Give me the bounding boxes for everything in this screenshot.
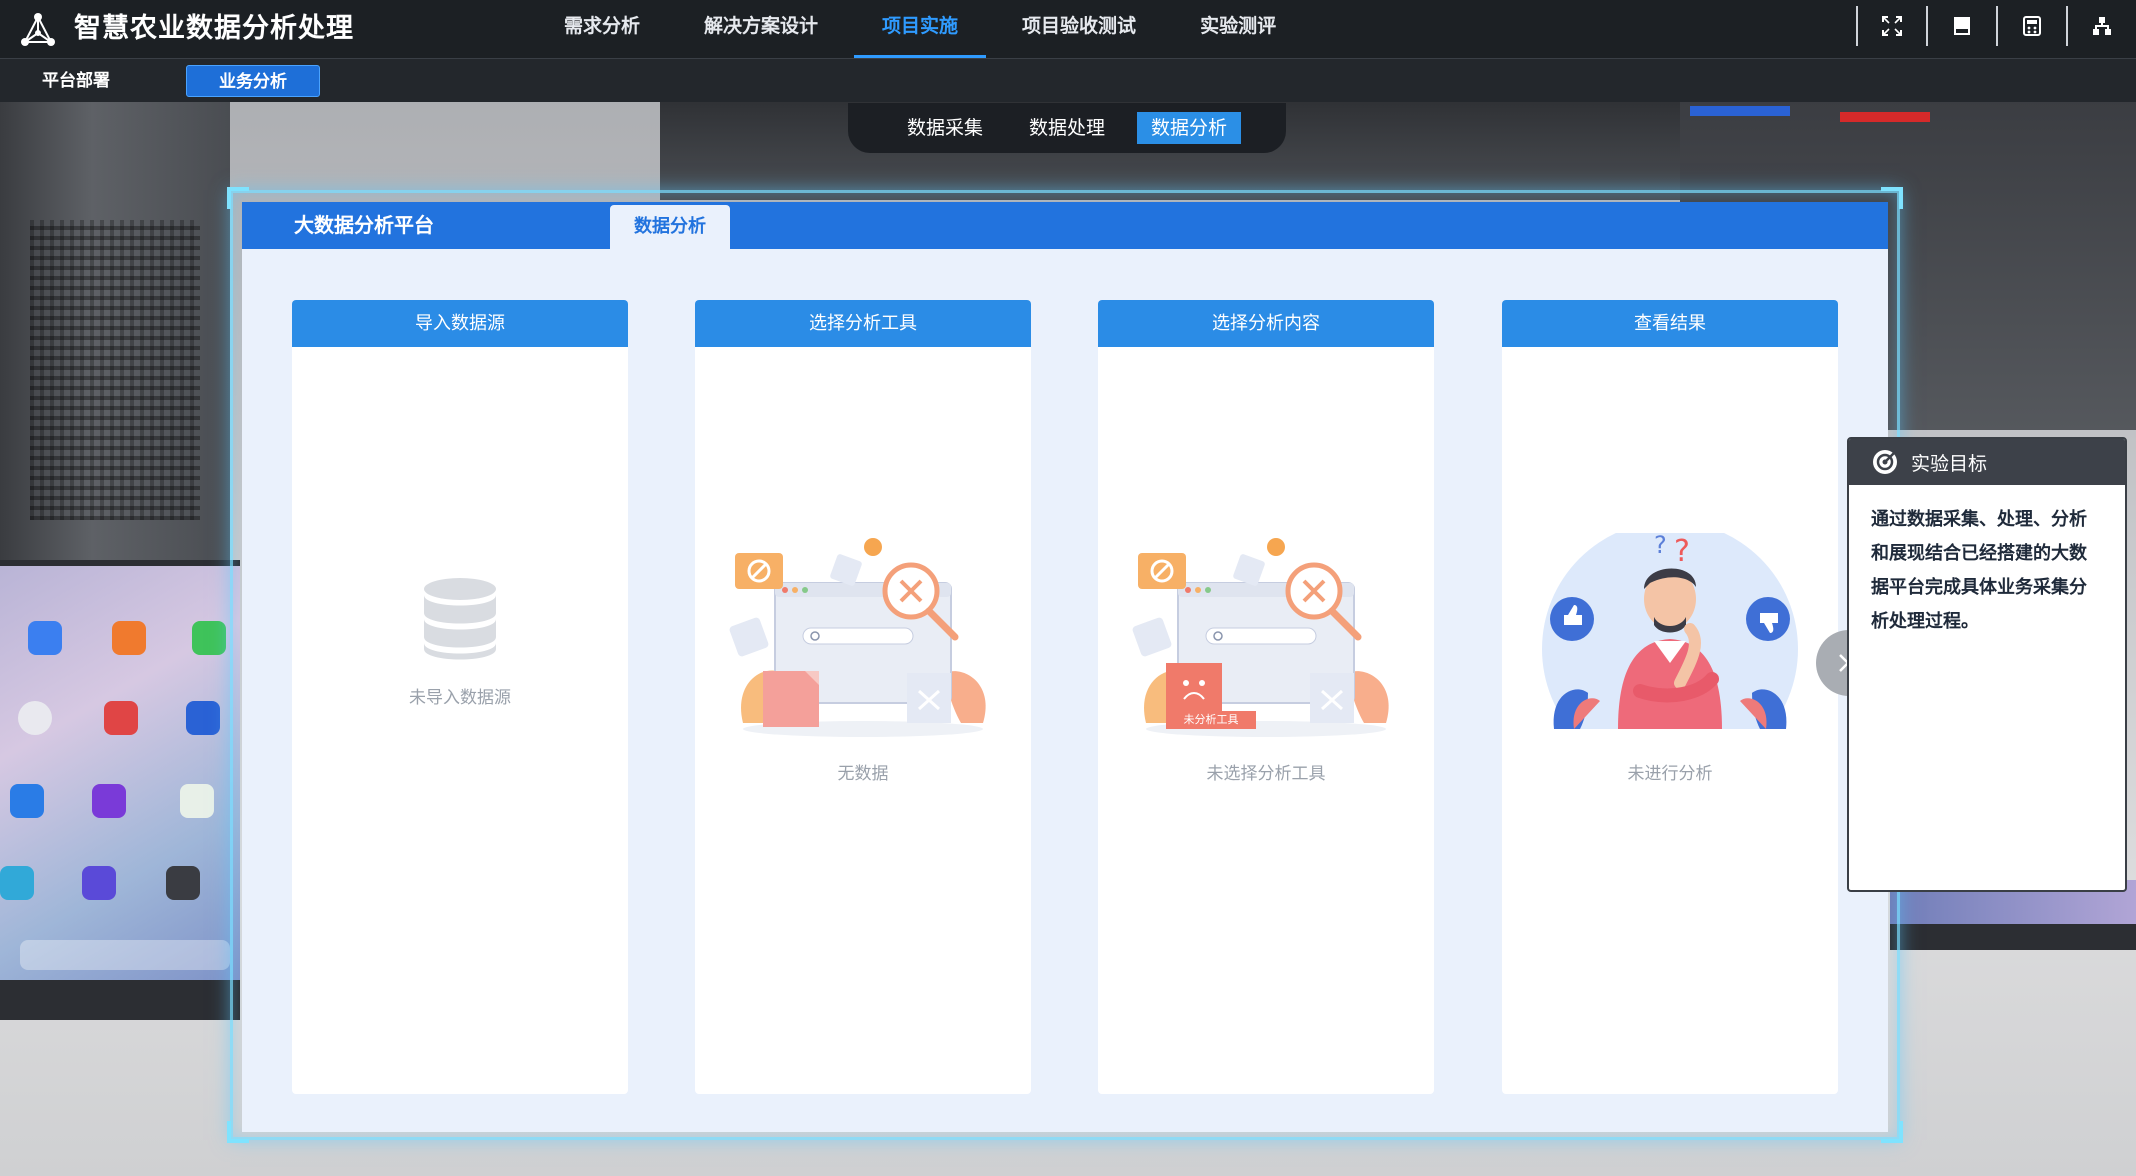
desktop-app-icon <box>82 866 116 900</box>
experiment-goal-panel: 实验目标 通过数据采集、处理、分析和展现结合已经搭建的大数据平台完成具体业务采集… <box>1847 437 2127 892</box>
no-tool-badge: 未分析工具 <box>1166 711 1256 729</box>
card-body: 无数据 <box>695 347 1031 1094</box>
book-icon <box>1954 17 1970 35</box>
goal-description: 通过数据采集、处理、分析和展现结合已经搭建的大数据平台完成具体业务采集分析处理过… <box>1871 509 2087 632</box>
desktop-app-icon <box>0 866 34 900</box>
goal-title: 实验目标 <box>1911 452 1988 475</box>
panel-header: 大数据分析平台 数据分析 <box>242 202 1888 249</box>
desktop-app-icon <box>28 621 62 655</box>
card-caption: 未选择分析工具 <box>1206 764 1326 784</box>
toolbar <box>1856 6 2136 46</box>
fullscreen-button[interactable] <box>1856 6 1926 46</box>
tab-panel-data-analysis[interactable]: 数据分析 <box>610 205 730 249</box>
card-view-results: 查看结果 ? ? 未进行分析 <box>1502 300 1838 1094</box>
calculator-icon <box>2023 16 2041 36</box>
nav-project-implementation[interactable]: 项目实施 <box>850 0 990 58</box>
nav-solution-design[interactable]: 解决方案设计 <box>672 0 850 58</box>
card-title[interactable]: 选择分析内容 <box>1098 300 1434 347</box>
desktop-app-icon <box>112 621 146 655</box>
stage-tabs: 数据采集 数据处理 数据分析 <box>848 103 1286 153</box>
card-title[interactable]: 导入数据源 <box>292 300 628 347</box>
desktop-app-icon <box>18 701 52 735</box>
svg-text:?: ? <box>1674 534 1690 569</box>
server-rack-left <box>0 100 230 560</box>
sub-nav: 平台部署 业务分析 <box>0 58 2136 102</box>
goal-header: 实验目标 <box>1849 439 2125 485</box>
desktop-app-icon <box>186 701 220 735</box>
tab-data-analysis[interactable]: 数据分析 <box>1137 112 1242 144</box>
monitor-left-base <box>0 980 240 1020</box>
card-caption: 无数据 <box>837 764 889 784</box>
app-title: 智慧农业数据分析处理 <box>74 13 354 44</box>
card-select-tool: 选择分析工具 无数据 <box>695 300 1031 1094</box>
desktop-app-icon <box>10 784 44 818</box>
structure-button[interactable] <box>2066 6 2136 46</box>
desktop-dock <box>20 940 230 970</box>
desktop-app-icon <box>180 784 214 818</box>
thinking-person-illustration: ? ? <box>1542 533 1798 729</box>
database-icon <box>424 578 496 660</box>
svg-text:?: ? <box>1654 533 1667 559</box>
card-body: ? ? 未进行分析 <box>1502 347 1838 1094</box>
calculator-button[interactable] <box>1996 6 2066 46</box>
manual-button[interactable] <box>1926 6 1996 46</box>
subnav-platform-deploy[interactable]: 平台部署 <box>16 65 136 97</box>
nav-requirements-analysis[interactable]: 需求分析 <box>532 0 672 58</box>
card-select-content: 选择分析内容 未分析工具 未选择分析工具 <box>1098 300 1434 1094</box>
tab-data-processing[interactable]: 数据处理 <box>1015 112 1119 144</box>
desktop-app-icon <box>92 784 126 818</box>
nav-experiment-evaluation[interactable]: 实验测评 <box>1168 0 1308 58</box>
no-data-illustration <box>729 538 986 737</box>
card-import-datasource: 导入数据源 未导入数据源 <box>292 300 628 1094</box>
subnav-business-analysis[interactable]: 业务分析 <box>186 65 320 97</box>
logo-icon <box>21 13 55 46</box>
card-body: 未分析工具 未选择分析工具 <box>1098 347 1434 1094</box>
monitor-left <box>0 560 240 980</box>
tab-data-collection[interactable]: 数据采集 <box>893 112 997 144</box>
rack-indicator-red <box>1840 112 1930 122</box>
main-nav: 需求分析 解决方案设计 项目实施 项目验收测试 实验测评 <box>532 0 1308 58</box>
platform-title: 大数据分析平台 <box>294 213 434 237</box>
card-caption: 未进行分析 <box>1627 764 1713 784</box>
fullscreen-icon <box>1882 16 1902 36</box>
nav-acceptance-testing[interactable]: 项目验收测试 <box>990 0 1168 58</box>
top-bar: 智慧农业数据分析处理 需求分析 解决方案设计 项目实施 项目验收测试 实验测评 <box>0 0 2136 58</box>
rack-indicator-blue <box>1690 106 1790 116</box>
card-title[interactable]: 选择分析工具 <box>695 300 1031 347</box>
desktop-app-icon <box>166 866 200 900</box>
desktop-app-icon <box>192 621 226 655</box>
analysis-platform-panel: 大数据分析平台 数据分析 导入数据源 未导入数据源 选择分析工具 无数据 选择分… <box>242 202 1888 1132</box>
card-caption: 未导入数据源 <box>409 688 511 708</box>
card-body: 未导入数据源 <box>292 347 628 1094</box>
target-icon <box>1873 450 1897 474</box>
workflow-cards: 导入数据源 未导入数据源 选择分析工具 无数据 选择分析内容 未分析工具 未选择… <box>292 300 1838 1094</box>
card-title[interactable]: 查看结果 <box>1502 300 1838 347</box>
desktop-app-icon <box>104 701 138 735</box>
hierarchy-icon <box>2093 17 2111 35</box>
